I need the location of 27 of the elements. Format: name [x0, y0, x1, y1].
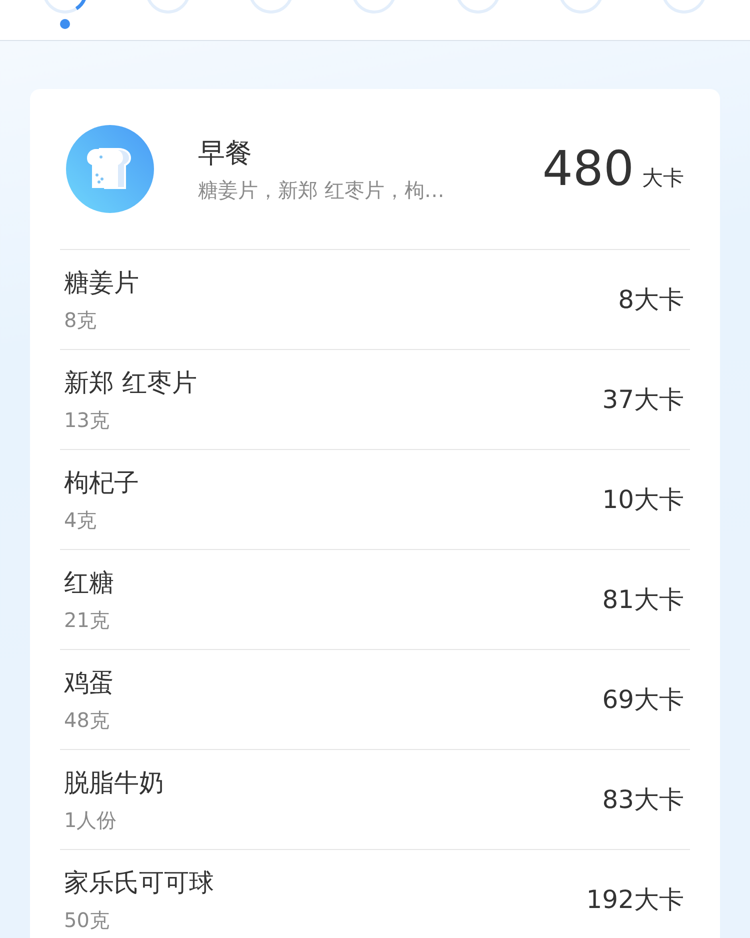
food-name: 家乐氏可可球 — [64, 866, 214, 898]
food-name: 枸杞子 — [64, 466, 139, 498]
total-calories: 480 — [542, 141, 634, 197]
food-amount: 21克 — [64, 606, 110, 634]
food-name: 红糖 — [64, 566, 114, 598]
bread-icon — [66, 125, 154, 213]
food-name: 糖姜片 — [64, 266, 139, 298]
selected-dot — [60, 19, 70, 29]
food-calories: 37大卡 — [602, 384, 684, 416]
food-name: 鸡蛋 — [64, 666, 114, 698]
food-calories: 8大卡 — [618, 284, 684, 316]
food-name: 新郑 红枣片 — [64, 366, 197, 398]
food-calories: 10大卡 — [602, 484, 684, 516]
food-name: 脱脂牛奶 — [64, 766, 164, 798]
food-calories: 83大卡 — [602, 784, 684, 816]
food-calories: 192大卡 — [586, 884, 684, 916]
calorie-unit: 大卡 — [642, 165, 684, 192]
food-amount: 8克 — [64, 306, 98, 334]
food-calories: 81大卡 — [602, 584, 684, 616]
food-amount: 1人份 — [64, 806, 118, 834]
food-amount: 50克 — [64, 906, 110, 934]
meal-summary: 糖姜片，新郑 红枣片，枸… — [198, 176, 446, 204]
food-amount: 13克 — [64, 406, 110, 434]
food-calories: 69大卡 — [602, 684, 684, 716]
food-amount: 48克 — [64, 706, 110, 734]
meal-title: 早餐 — [198, 136, 253, 170]
food-amount: 4克 — [64, 506, 98, 534]
